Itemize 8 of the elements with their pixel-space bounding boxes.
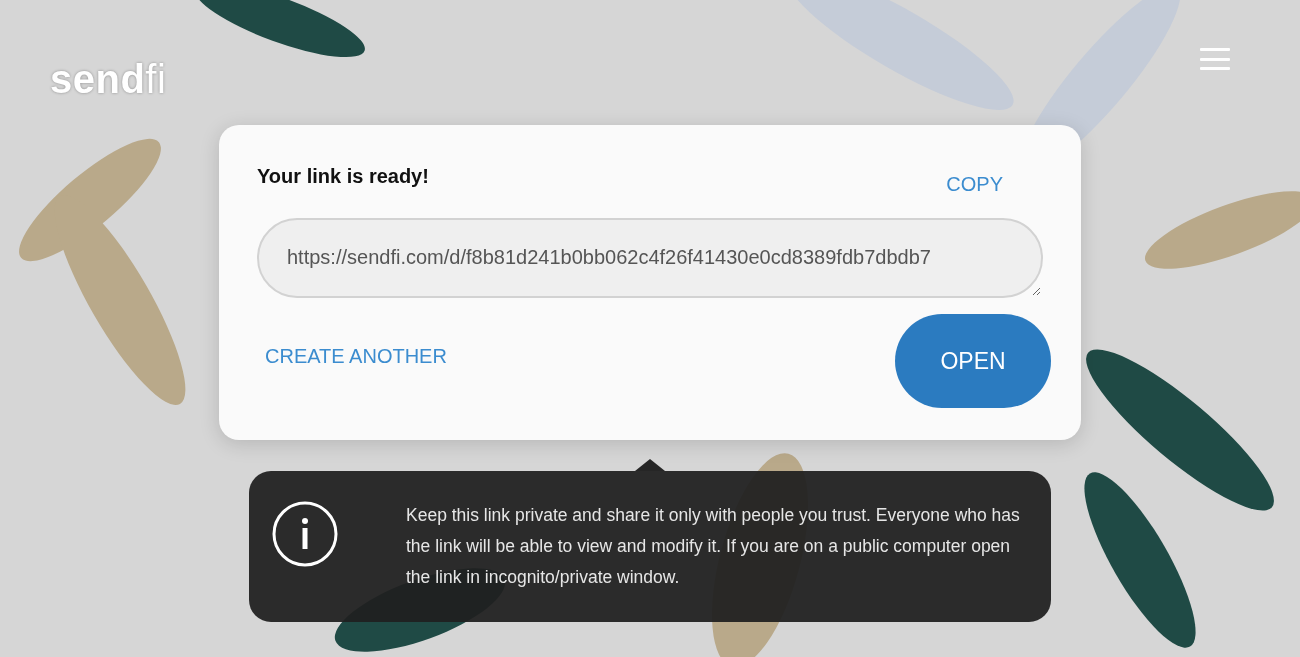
copy-button[interactable]: COPY — [946, 173, 1003, 196]
open-button[interactable]: OPEN — [895, 314, 1051, 408]
notice-text: Keep this link private and share it only with people you trust. Everyone who has the link will be able to view and modify it. If you are on a public computer open the link in incognito/private window. — [406, 504, 1021, 589]
info-icon — [272, 500, 338, 567]
card-title: Your link is ready! — [257, 165, 429, 188]
menu-icon[interactable] — [1200, 48, 1230, 70]
create-another-button[interactable]: CREATE ANOTHER — [265, 344, 447, 368]
link-field[interactable]: https://sendfi.com/d/f8b81d241b0bb062c4f26f41430e0cd8389fdb7dbdb7 — [257, 218, 1043, 298]
